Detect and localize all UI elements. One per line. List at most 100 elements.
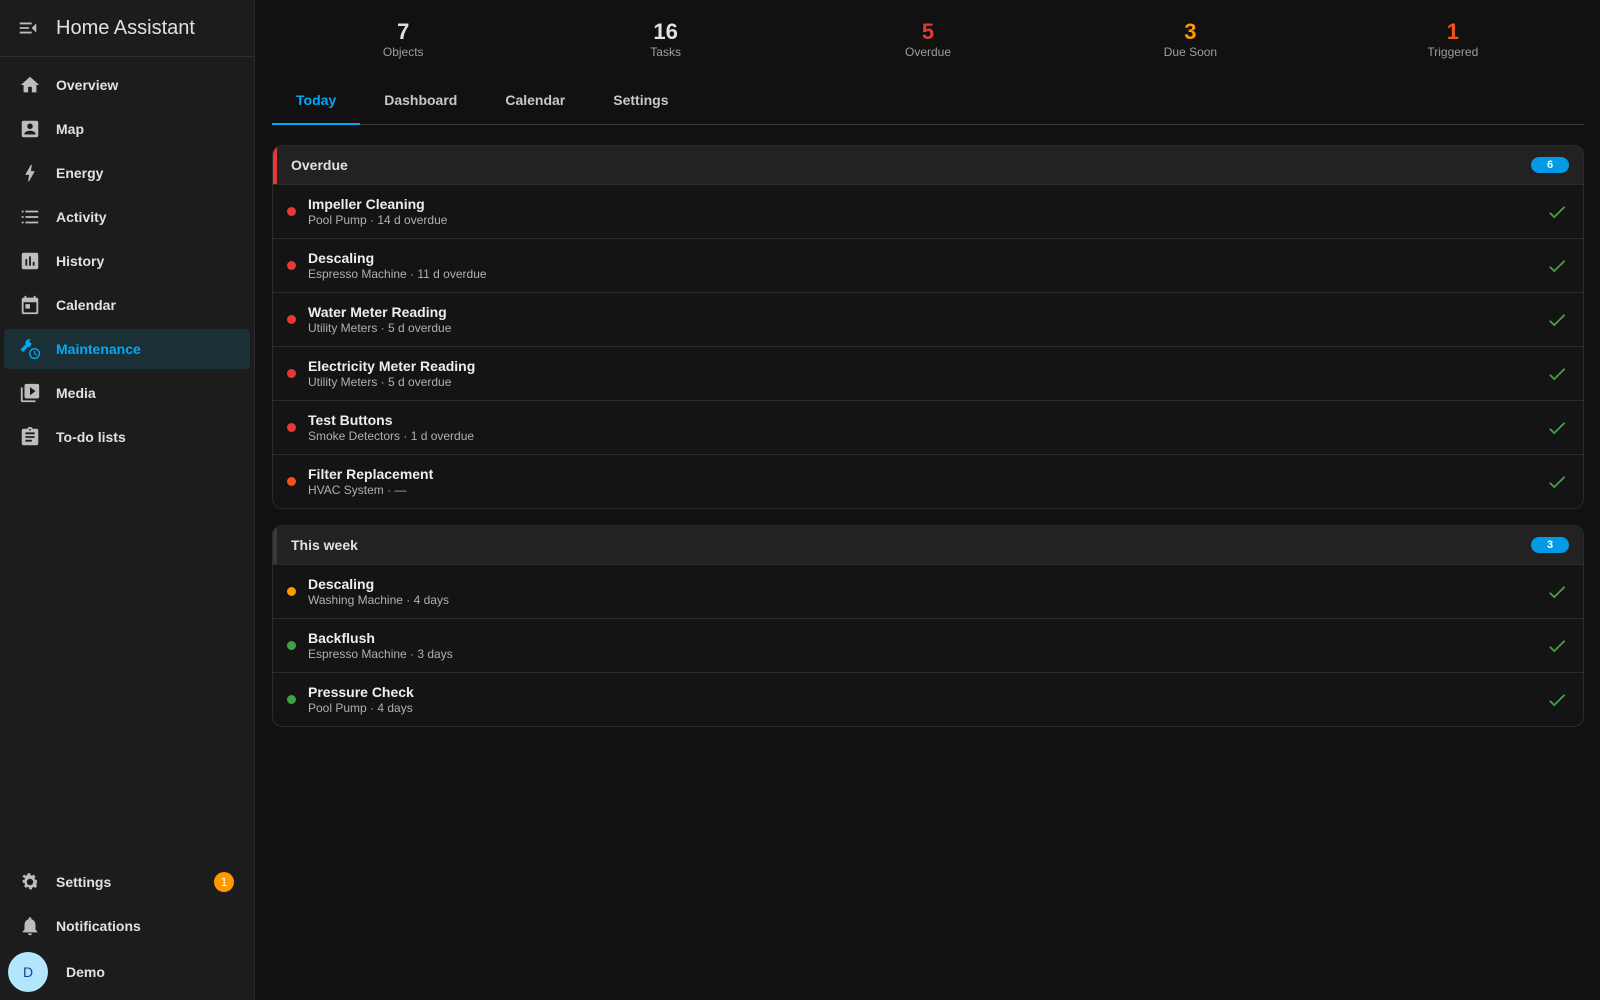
- stat-tasks: 16 Tasks: [534, 0, 796, 76]
- tab-calendar[interactable]: Calendar: [481, 76, 589, 124]
- list-icon: [4, 206, 56, 228]
- task-row[interactable]: Impeller Cleaning Pool Pump · 14 d overdu…: [273, 184, 1583, 238]
- sidebar-item-label: History: [56, 253, 105, 269]
- task-row[interactable]: Filter Replacement HVAC System · —: [273, 454, 1583, 508]
- sidebar-item-media[interactable]: Media: [4, 373, 250, 413]
- task-text: Test Buttons Smoke Detectors · 1 d overdu…: [308, 412, 474, 444]
- tab-dashboard[interactable]: Dashboard: [360, 76, 481, 124]
- check-icon[interactable]: [1545, 470, 1569, 494]
- task-row[interactable]: Backflush Espresso Machine · 3 days: [273, 618, 1583, 672]
- task-group-overdue: Overdue 6 Impeller Cleaning Pool Pump · 14 …: [272, 145, 1584, 509]
- tab-today[interactable]: Today: [272, 76, 361, 125]
- sidebar-item-maintenance[interactable]: Maintenance: [4, 329, 250, 369]
- status-dot: [287, 261, 296, 270]
- sidebar-item-activity[interactable]: Activity: [4, 197, 250, 237]
- map-icon: [4, 118, 56, 140]
- lightning-icon: [4, 162, 56, 184]
- sidebar-item-label: To-do lists: [56, 429, 126, 445]
- check-icon[interactable]: [1545, 308, 1569, 332]
- task-title: Backflush: [308, 629, 375, 646]
- stat-label: Objects: [382, 45, 424, 59]
- stat-objects: 7 Objects: [272, 0, 534, 76]
- sidebar-item-label: Energy: [56, 165, 104, 181]
- group-header: This week 3: [273, 526, 1583, 564]
- task-row[interactable]: Water Meter Reading Utility Meters · 5 d …: [273, 292, 1583, 346]
- check-icon[interactable]: [1545, 416, 1569, 440]
- task-row[interactable]: Pressure Check Pool Pump · 4 days: [273, 672, 1583, 726]
- sidebar-item-calendar[interactable]: Calendar: [4, 285, 250, 325]
- stat-value: 1: [1446, 19, 1459, 44]
- check-icon[interactable]: [1545, 200, 1569, 224]
- task-row[interactable]: Descaling Espresso Machine · 11 d overdue: [273, 238, 1583, 292]
- calendar-icon: [4, 294, 56, 316]
- check-icon[interactable]: [1545, 580, 1569, 604]
- sidebar-item-label: Settings: [56, 874, 112, 890]
- bell-icon: [4, 915, 56, 937]
- task-group-this-week: This week 3 Descaling Washing Machine · 4 d…: [272, 525, 1584, 727]
- sidebar-item-history[interactable]: History: [4, 241, 250, 281]
- check-icon[interactable]: [1545, 634, 1569, 658]
- task-subtitle: Pool Pump · 14 d overdue: [308, 212, 448, 227]
- task-text: Descaling Espresso Machine · 11 d overdue: [308, 250, 487, 282]
- menu-collapse-icon[interactable]: [0, 0, 56, 56]
- task-title: Test Buttons: [308, 411, 393, 428]
- group-title: Overdue: [291, 157, 348, 173]
- task-subtitle: Smoke Detectors · 1 d overdue: [308, 428, 475, 443]
- task-row[interactable]: Descaling Washing Machine · 4 days: [273, 564, 1583, 618]
- task-text: Backflush Espresso Machine · 3 days: [308, 630, 453, 662]
- sidebar-item-map[interactable]: Map: [4, 109, 250, 149]
- task-title: Water Meter Reading: [308, 303, 447, 320]
- task-text: Filter Replacement HVAC System · —: [308, 466, 433, 498]
- group-count-badge: 6: [1531, 157, 1569, 173]
- chart-box-icon: [4, 250, 56, 272]
- stat-due-soon: 3 Due Soon: [1059, 0, 1321, 76]
- sidebar-item-settings[interactable]: Settings 1: [4, 862, 250, 902]
- check-icon[interactable]: [1545, 688, 1569, 712]
- task-text: Pressure Check Pool Pump · 4 days: [308, 684, 414, 716]
- stat-label: Due Soon: [1163, 45, 1218, 59]
- task-subtitle: Pool Pump · 4 days: [308, 700, 413, 715]
- status-dot: [287, 423, 296, 432]
- task-text: Descaling Washing Machine · 4 days: [308, 576, 449, 608]
- stat-value: 5: [921, 19, 935, 44]
- sidebar-item-label: Calendar: [56, 297, 116, 313]
- task-text: Water Meter Reading Utility Meters · 5 d …: [308, 304, 451, 336]
- check-icon[interactable]: [1545, 254, 1569, 278]
- user-profile[interactable]: D Demo: [4, 950, 250, 994]
- sidebar-bottom: Settings 1 Notifications D Demo: [0, 858, 254, 1000]
- task-groups: Overdue 6 Impeller Cleaning Pool Pump · 14 …: [272, 145, 1584, 727]
- app-title: Home Assistant: [56, 16, 195, 39]
- task-row[interactable]: Electricity Meter Reading Utility Meters …: [273, 346, 1583, 400]
- sidebar-item-notifications[interactable]: Notifications: [4, 906, 250, 946]
- task-title: Filter Replacement: [308, 465, 434, 482]
- settings-badge: 1: [214, 872, 234, 892]
- play-box-icon: [4, 382, 56, 404]
- stat-overdue: 5 Overdue: [797, 0, 1059, 76]
- group-title: This week: [291, 537, 358, 553]
- sidebar-item-to-do-lists[interactable]: To-do lists: [4, 417, 250, 457]
- sidebar-header: Home Assistant: [0, 0, 254, 57]
- home-icon: [4, 74, 56, 96]
- sidebar-item-energy[interactable]: Energy: [4, 153, 250, 193]
- stat-label: Triggered: [1427, 45, 1479, 59]
- tab-settings[interactable]: Settings: [589, 76, 692, 124]
- task-title: Electricity Meter Reading: [308, 357, 476, 374]
- task-row[interactable]: Test Buttons Smoke Detectors · 1 d overdu…: [273, 400, 1583, 454]
- sidebar-item-overview[interactable]: Overview: [4, 65, 250, 105]
- check-icon[interactable]: [1545, 362, 1569, 386]
- status-dot: [287, 207, 296, 216]
- group-accent-bar: [273, 526, 277, 564]
- stat-label: Tasks: [650, 45, 681, 59]
- status-dot: [287, 695, 296, 704]
- task-subtitle: Washing Machine · 4 days: [308, 592, 449, 607]
- task-text: Electricity Meter Reading Utility Meters …: [308, 358, 475, 390]
- task-title: Impeller Cleaning: [308, 195, 425, 212]
- user-name: Demo: [66, 964, 105, 980]
- sidebar-item-label: Overview: [56, 77, 119, 93]
- stat-triggered: 1 Triggered: [1322, 0, 1584, 76]
- status-dot: [287, 587, 296, 596]
- task-subtitle: Utility Meters · 5 d overdue: [308, 374, 452, 389]
- stat-value: 7: [397, 19, 410, 44]
- task-subtitle: Utility Meters · 5 d overdue: [308, 320, 452, 335]
- task-subtitle: Espresso Machine · 3 days: [308, 646, 453, 661]
